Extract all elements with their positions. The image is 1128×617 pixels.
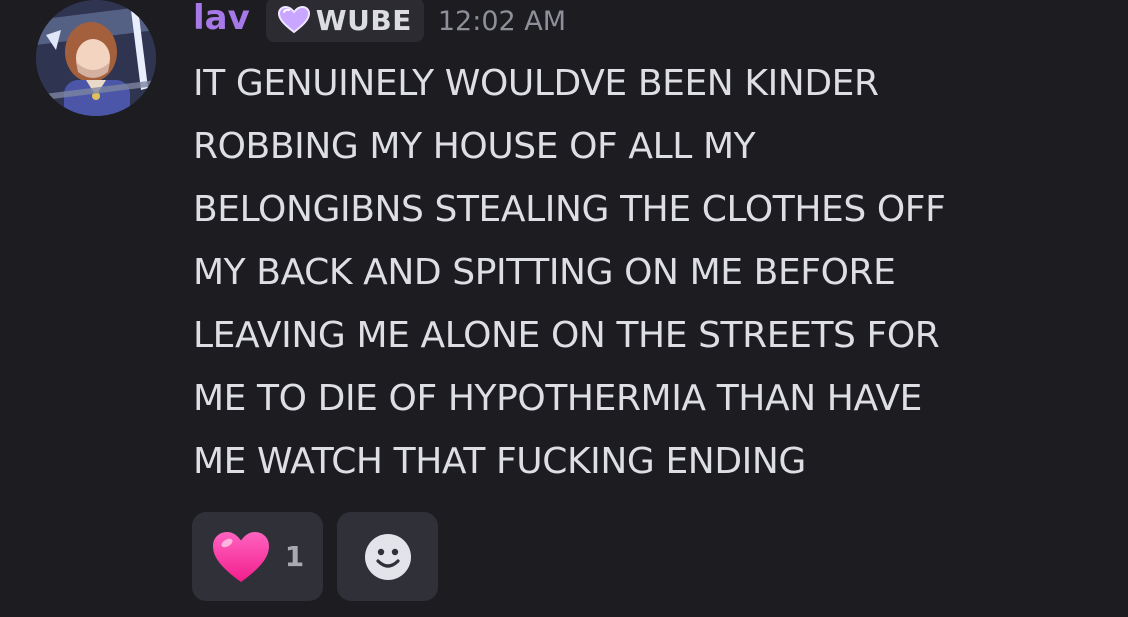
role-tag[interactable]: WUBE: [265, 0, 424, 42]
purple-heart-icon: [277, 6, 310, 34]
message-content: IT GENUINELY WOULDVE BEEN KINDER ROBBING…: [193, 63, 946, 482]
reaction-bar: 1: [192, 512, 438, 601]
add-reaction-smiley-icon: [364, 533, 411, 580]
role-name: WUBE: [315, 3, 412, 37]
add-reaction-button[interactable]: [337, 512, 438, 601]
avatar[interactable]: [36, 0, 156, 116]
message-header: lav WUBE 12:02 AM: [193, 0, 566, 44]
reaction-count: 1: [284, 540, 305, 573]
pink-heart-icon: [212, 531, 269, 582]
username[interactable]: lav: [193, 0, 250, 38]
heart-reaction-button[interactable]: 1: [192, 512, 323, 601]
chat-message: lav WUBE 12:02 AM IT GENUINELY WOULDVE B…: [0, 0, 1128, 617]
timestamp: 12:02 AM: [437, 5, 567, 37]
